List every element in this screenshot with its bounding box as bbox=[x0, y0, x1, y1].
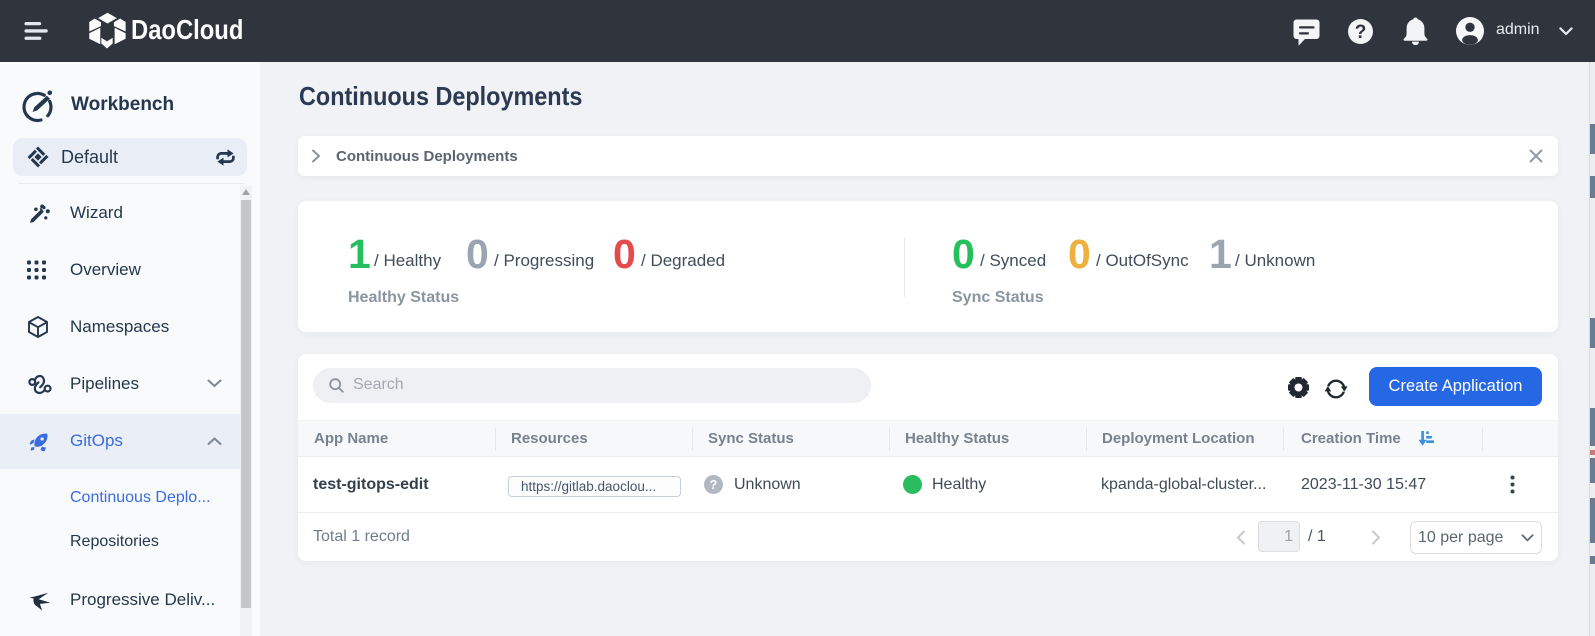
svg-text:?: ? bbox=[710, 478, 718, 492]
svg-text:?: ? bbox=[1355, 22, 1367, 43]
